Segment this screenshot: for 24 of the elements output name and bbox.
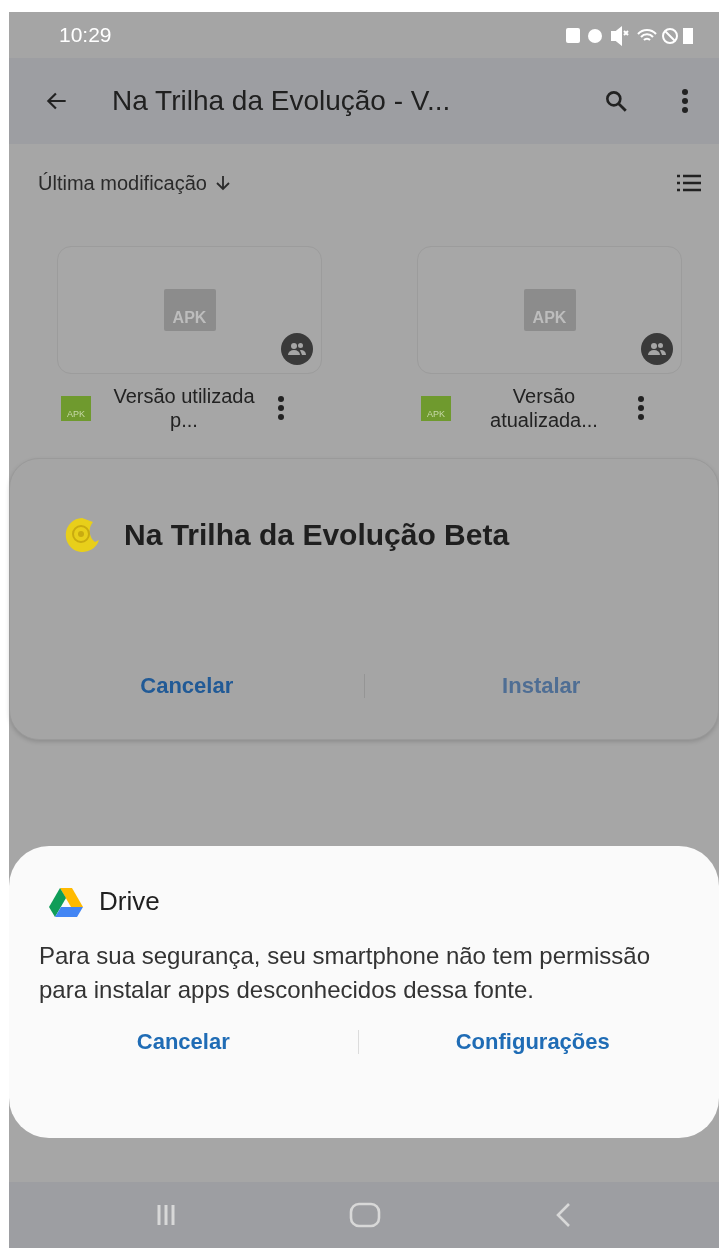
sort-button[interactable]: Última modificação [38,171,231,195]
arrow-down-icon [214,174,231,192]
app-name: Na Trilha da Evolução Beta [124,518,510,552]
cancel-button[interactable]: Cancelar [10,669,364,703]
drive-logo-icon [49,886,83,917]
battery-icon [683,28,693,44]
file-name: Versão utilizada p... [112,384,256,432]
apk-type-icon: APK [421,395,451,421]
file-name: Versão atualizada... [489,384,599,432]
settings-button[interactable]: Configurações [358,1025,707,1059]
more-options-icon[interactable] [681,88,689,114]
clock-time: 10:29 [59,23,112,47]
list-view-icon[interactable] [677,174,701,192]
search-icon[interactable] [603,88,629,114]
more-options-icon[interactable] [637,395,645,421]
cancel-button[interactable]: Cancelar [9,1025,358,1059]
mute-icon [611,25,629,46]
folder-title: Na Trilha da Evolução - V... [112,85,452,117]
do-not-disturb-icon [662,28,678,44]
dialog-message: Para sua segurança, seu smartphone não tem permissão para instalar apps desconhecidos dessa fonte. [39,941,651,1005]
apk-type-icon: APK [61,395,91,421]
wifi-icon [637,28,657,41]
more-options-icon[interactable] [277,395,285,421]
dialog-title: Drive [99,886,160,917]
